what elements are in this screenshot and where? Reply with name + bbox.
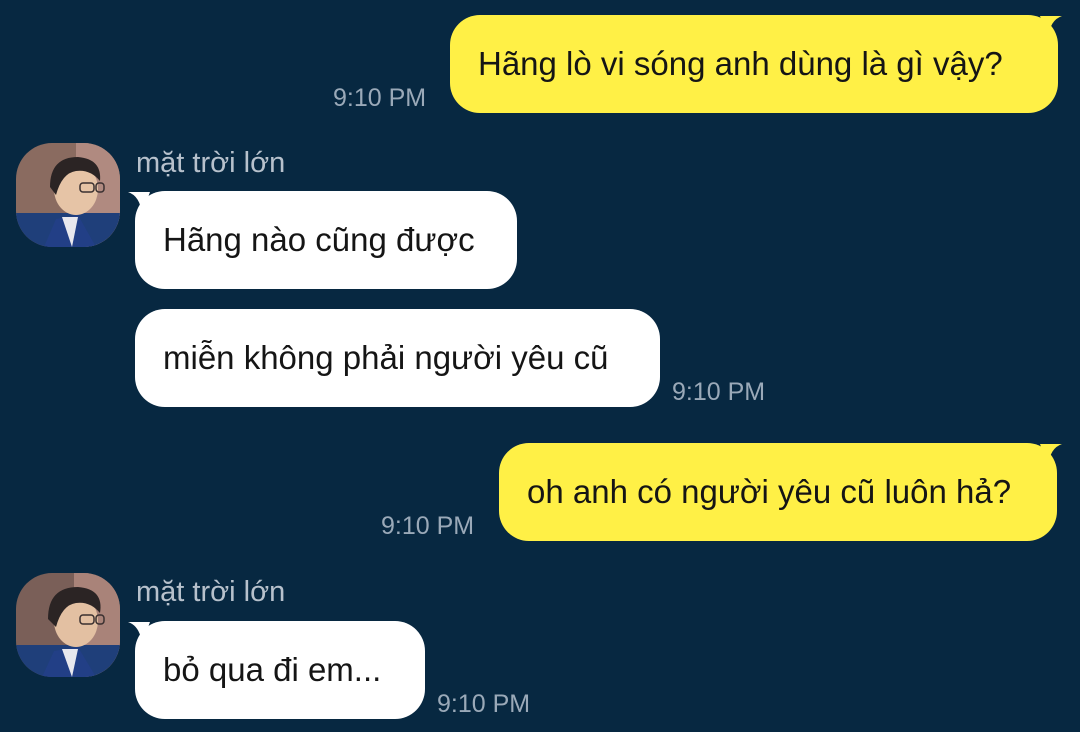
- message-bubble[interactable]: bỏ qua đi em...: [135, 621, 425, 719]
- message-bubble[interactable]: oh anh có người yêu cũ luôn hả?: [499, 443, 1057, 541]
- message-bubble[interactable]: Hãng nào cũng được: [135, 191, 517, 289]
- message-timestamp: 9:10 PM: [333, 84, 427, 112]
- user-avatar-icon[interactable]: [16, 143, 120, 247]
- message-timestamp: 9:10 PM: [672, 378, 766, 406]
- user-avatar-icon[interactable]: [16, 573, 120, 677]
- sender-name: mặt trời lớn: [136, 576, 286, 608]
- message-bubble[interactable]: Hãng lò vi sóng anh dùng là gì vậy?: [450, 15, 1058, 113]
- chat-message-list[interactable]: Hãng lò vi sóng anh dùng là gì vậy? 9:10…: [0, 0, 1080, 732]
- message-bubble[interactable]: miễn không phải người yêu cũ: [135, 309, 660, 407]
- message-timestamp: 9:10 PM: [437, 690, 531, 718]
- sender-name: mặt trời lớn: [136, 147, 286, 179]
- message-timestamp: 9:10 PM: [381, 512, 475, 540]
